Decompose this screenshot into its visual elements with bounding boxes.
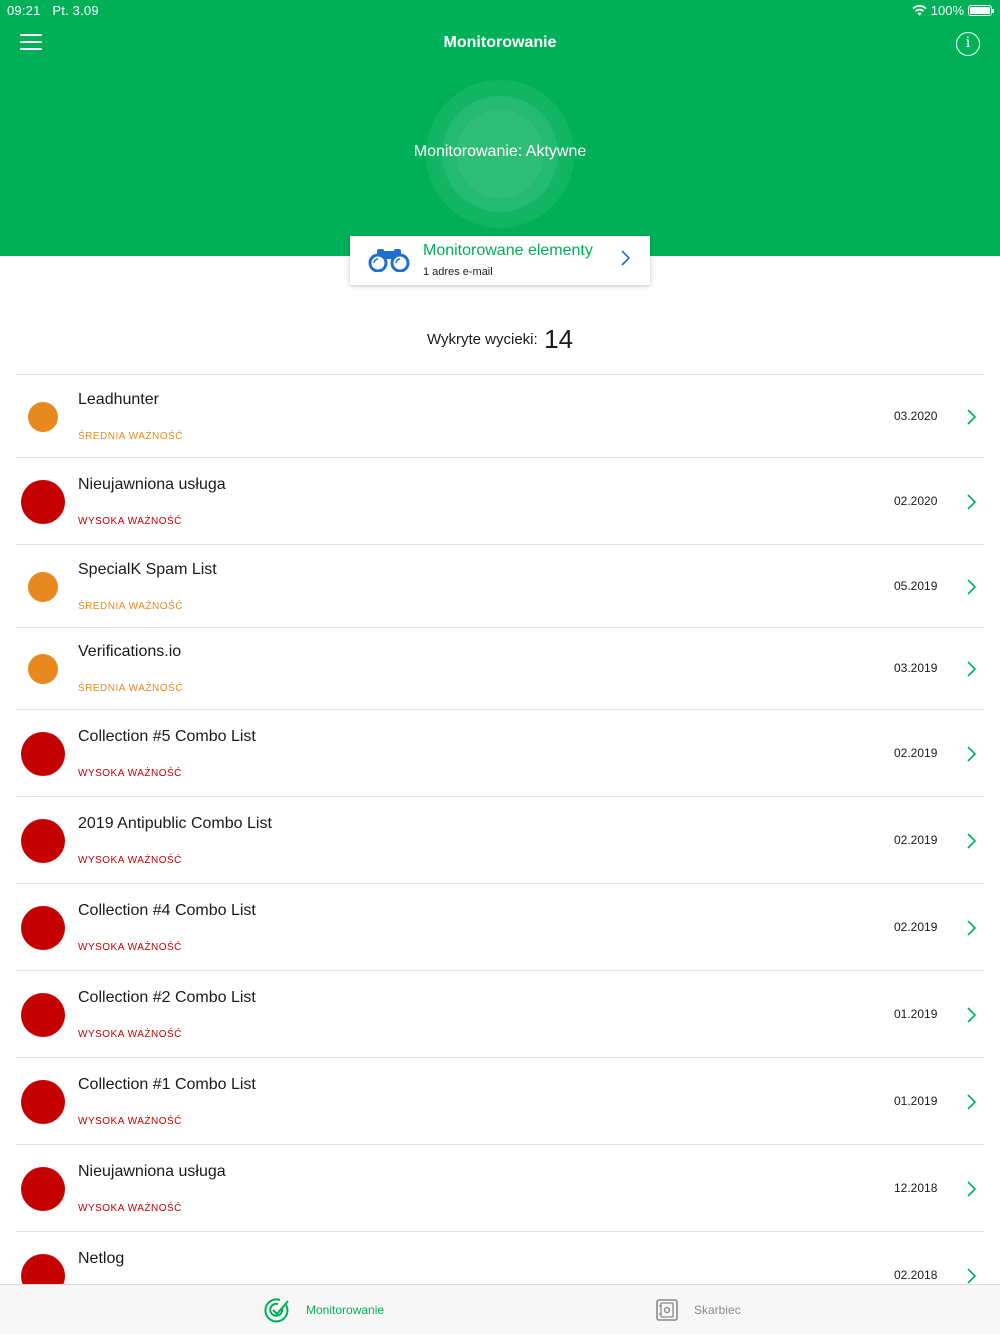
breach-row[interactable]: Collection #5 Combo List WYSOKA WAŻNOŚĆ 02…	[16, 709, 984, 796]
status-time: 09:21	[7, 3, 41, 18]
breach-row[interactable]: Collection #2 Combo List WYSOKA WAŻNOŚĆ 01…	[16, 970, 984, 1057]
severity-dot	[28, 572, 58, 602]
breach-row[interactable]: Verifications.io ŚREDNIA WAŻNOŚĆ 03.2019	[16, 627, 984, 709]
breach-date: 01.2019	[894, 1007, 938, 1021]
battery-icon	[968, 5, 994, 16]
breach-row[interactable]: Nieujawniona usługa WYSOKA WAŻNOŚĆ 12.2018	[16, 1144, 984, 1231]
breach-name: Netlog	[78, 1250, 125, 1267]
severity-dot	[21, 1080, 65, 1124]
chevron-right-icon	[621, 250, 630, 266]
severity-dot	[21, 480, 65, 524]
chevron-right-icon	[967, 920, 976, 936]
chevron-right-icon	[967, 579, 976, 595]
severity-label: WYSOKA WAŻNOŚĆ	[78, 1203, 182, 1214]
severity-label: ŚREDNIA WAŻNOŚĆ	[78, 601, 183, 612]
monitor-status: Monitorowanie: Aktywne	[413, 143, 587, 160]
summary-count: 14	[544, 324, 574, 354]
severity-label: WYSOKA WAŻNOŚĆ	[78, 855, 182, 866]
breach-name: 2019 Antipublic Combo List	[78, 815, 272, 832]
breach-name: Collection #4 Combo List	[78, 902, 256, 919]
severity-dot	[21, 993, 65, 1037]
breach-date: 03.2019	[894, 661, 938, 675]
breach-name: SpecialK Spam List	[78, 561, 217, 578]
chevron-right-icon	[967, 1268, 976, 1284]
severity-dot	[21, 1167, 65, 1211]
summary-label: Wykryte wycieki:	[426, 331, 538, 348]
chevron-right-icon	[967, 1181, 976, 1197]
breach-summary: Wykryte wycieki: 14	[0, 324, 1000, 355]
breach-row[interactable]: Collection #4 Combo List WYSOKA WAŻNOŚĆ 02…	[16, 883, 984, 970]
breach-date: 02.2020	[894, 494, 938, 508]
chevron-right-icon	[967, 494, 976, 510]
breach-date: 02.2019	[894, 746, 938, 760]
battery-percent: 100%	[930, 3, 964, 18]
severity-label: ŚREDNIA WAŻNOŚĆ	[78, 431, 183, 442]
monitored-elements-card[interactable]: Monitorowane elementy 1 adres e-mail	[350, 236, 650, 285]
radar-check-icon	[264, 1298, 289, 1323]
severity-label: WYSOKA WAŻNOŚĆ	[78, 942, 182, 953]
chevron-right-icon	[967, 833, 976, 849]
severity-label: ŚREDNIA WAŻNOŚĆ	[78, 683, 183, 694]
chevron-right-icon	[967, 661, 976, 677]
chevron-right-icon	[967, 746, 976, 762]
tab-monitoring-label: Monitorowanie	[306, 1303, 385, 1317]
status-bar: 09:21 Pt. 3.09 100%	[0, 0, 1000, 20]
tab-monitoring[interactable]: Monitorowanie	[264, 1285, 384, 1334]
breach-name: Collection #5 Combo List	[78, 728, 256, 745]
breach-date: 02.2019	[894, 920, 938, 934]
card-title: Monitorowane elementy	[423, 242, 593, 259]
breach-date: 02.2019	[894, 833, 938, 847]
severity-label: WYSOKA WAŻNOŚĆ	[78, 516, 182, 527]
tab-vault-label: Skarbiec	[694, 1303, 741, 1317]
breach-list: Leadhunter ŚREDNIA WAŻNOŚĆ 03.2020 Nieujawn…	[16, 374, 984, 1318]
page-title: Monitorowanie	[443, 34, 557, 51]
header: 09:21 Pt. 3.09 100% Monitorowanie i Moni…	[0, 0, 1000, 256]
severity-label: WYSOKA WAŻNOŚĆ	[78, 1116, 182, 1127]
breach-row[interactable]: SpecialK Spam List ŚREDNIA WAŻNOŚĆ 05.2019	[16, 544, 984, 627]
breach-date: 05.2019	[894, 579, 938, 593]
app-root: 09:21 Pt. 3.09 100% Monitorowanie i Moni…	[0, 0, 1000, 1334]
breach-name: Collection #1 Combo List	[78, 1076, 256, 1093]
breach-date: 01.2019	[894, 1094, 938, 1108]
breach-name: Nieujawniona usługa	[78, 476, 226, 493]
tab-bar: Monitorowanie Skarbiec	[0, 1284, 1000, 1334]
chevron-right-icon	[967, 409, 976, 425]
severity-dot	[21, 906, 65, 950]
wifi-icon	[912, 5, 927, 16]
status-date: Pt. 3.09	[52, 3, 99, 18]
breach-name: Leadhunter	[78, 391, 159, 408]
breach-name: Verifications.io	[78, 643, 182, 660]
severity-dot	[21, 732, 65, 776]
vault-icon	[656, 1299, 678, 1321]
breach-row[interactable]: Leadhunter ŚREDNIA WAŻNOŚĆ 03.2020	[16, 374, 984, 457]
chevron-right-icon	[967, 1094, 976, 1110]
tab-vault[interactable]: Skarbiec	[656, 1285, 741, 1334]
breach-name: Collection #2 Combo List	[78, 989, 256, 1006]
breach-date: 12.2018	[894, 1181, 938, 1195]
binoculars-icon	[368, 249, 410, 272]
breach-row[interactable]: Nieujawniona usługa WYSOKA WAŻNOŚĆ 02.2020	[16, 457, 984, 544]
card-subtitle: 1 adres e-mail	[423, 266, 493, 278]
breach-name: Nieujawniona usługa	[78, 1163, 226, 1180]
severity-dot	[28, 402, 58, 432]
severity-dot	[28, 654, 58, 684]
breach-row[interactable]: 2019 Antipublic Combo List WYSOKA WAŻNOŚĆ…	[16, 796, 984, 883]
info-icon[interactable]: i	[956, 32, 980, 56]
severity-label: WYSOKA WAŻNOŚĆ	[78, 1029, 182, 1040]
severity-dot	[21, 819, 65, 863]
severity-label: WYSOKA WAŻNOŚĆ	[78, 768, 182, 779]
breach-date: 02.2018	[894, 1268, 938, 1282]
breach-date: 03.2020	[894, 409, 938, 423]
breach-row[interactable]: Collection #1 Combo List WYSOKA WAŻNOŚĆ 01…	[16, 1057, 984, 1144]
chevron-right-icon	[967, 1007, 976, 1023]
